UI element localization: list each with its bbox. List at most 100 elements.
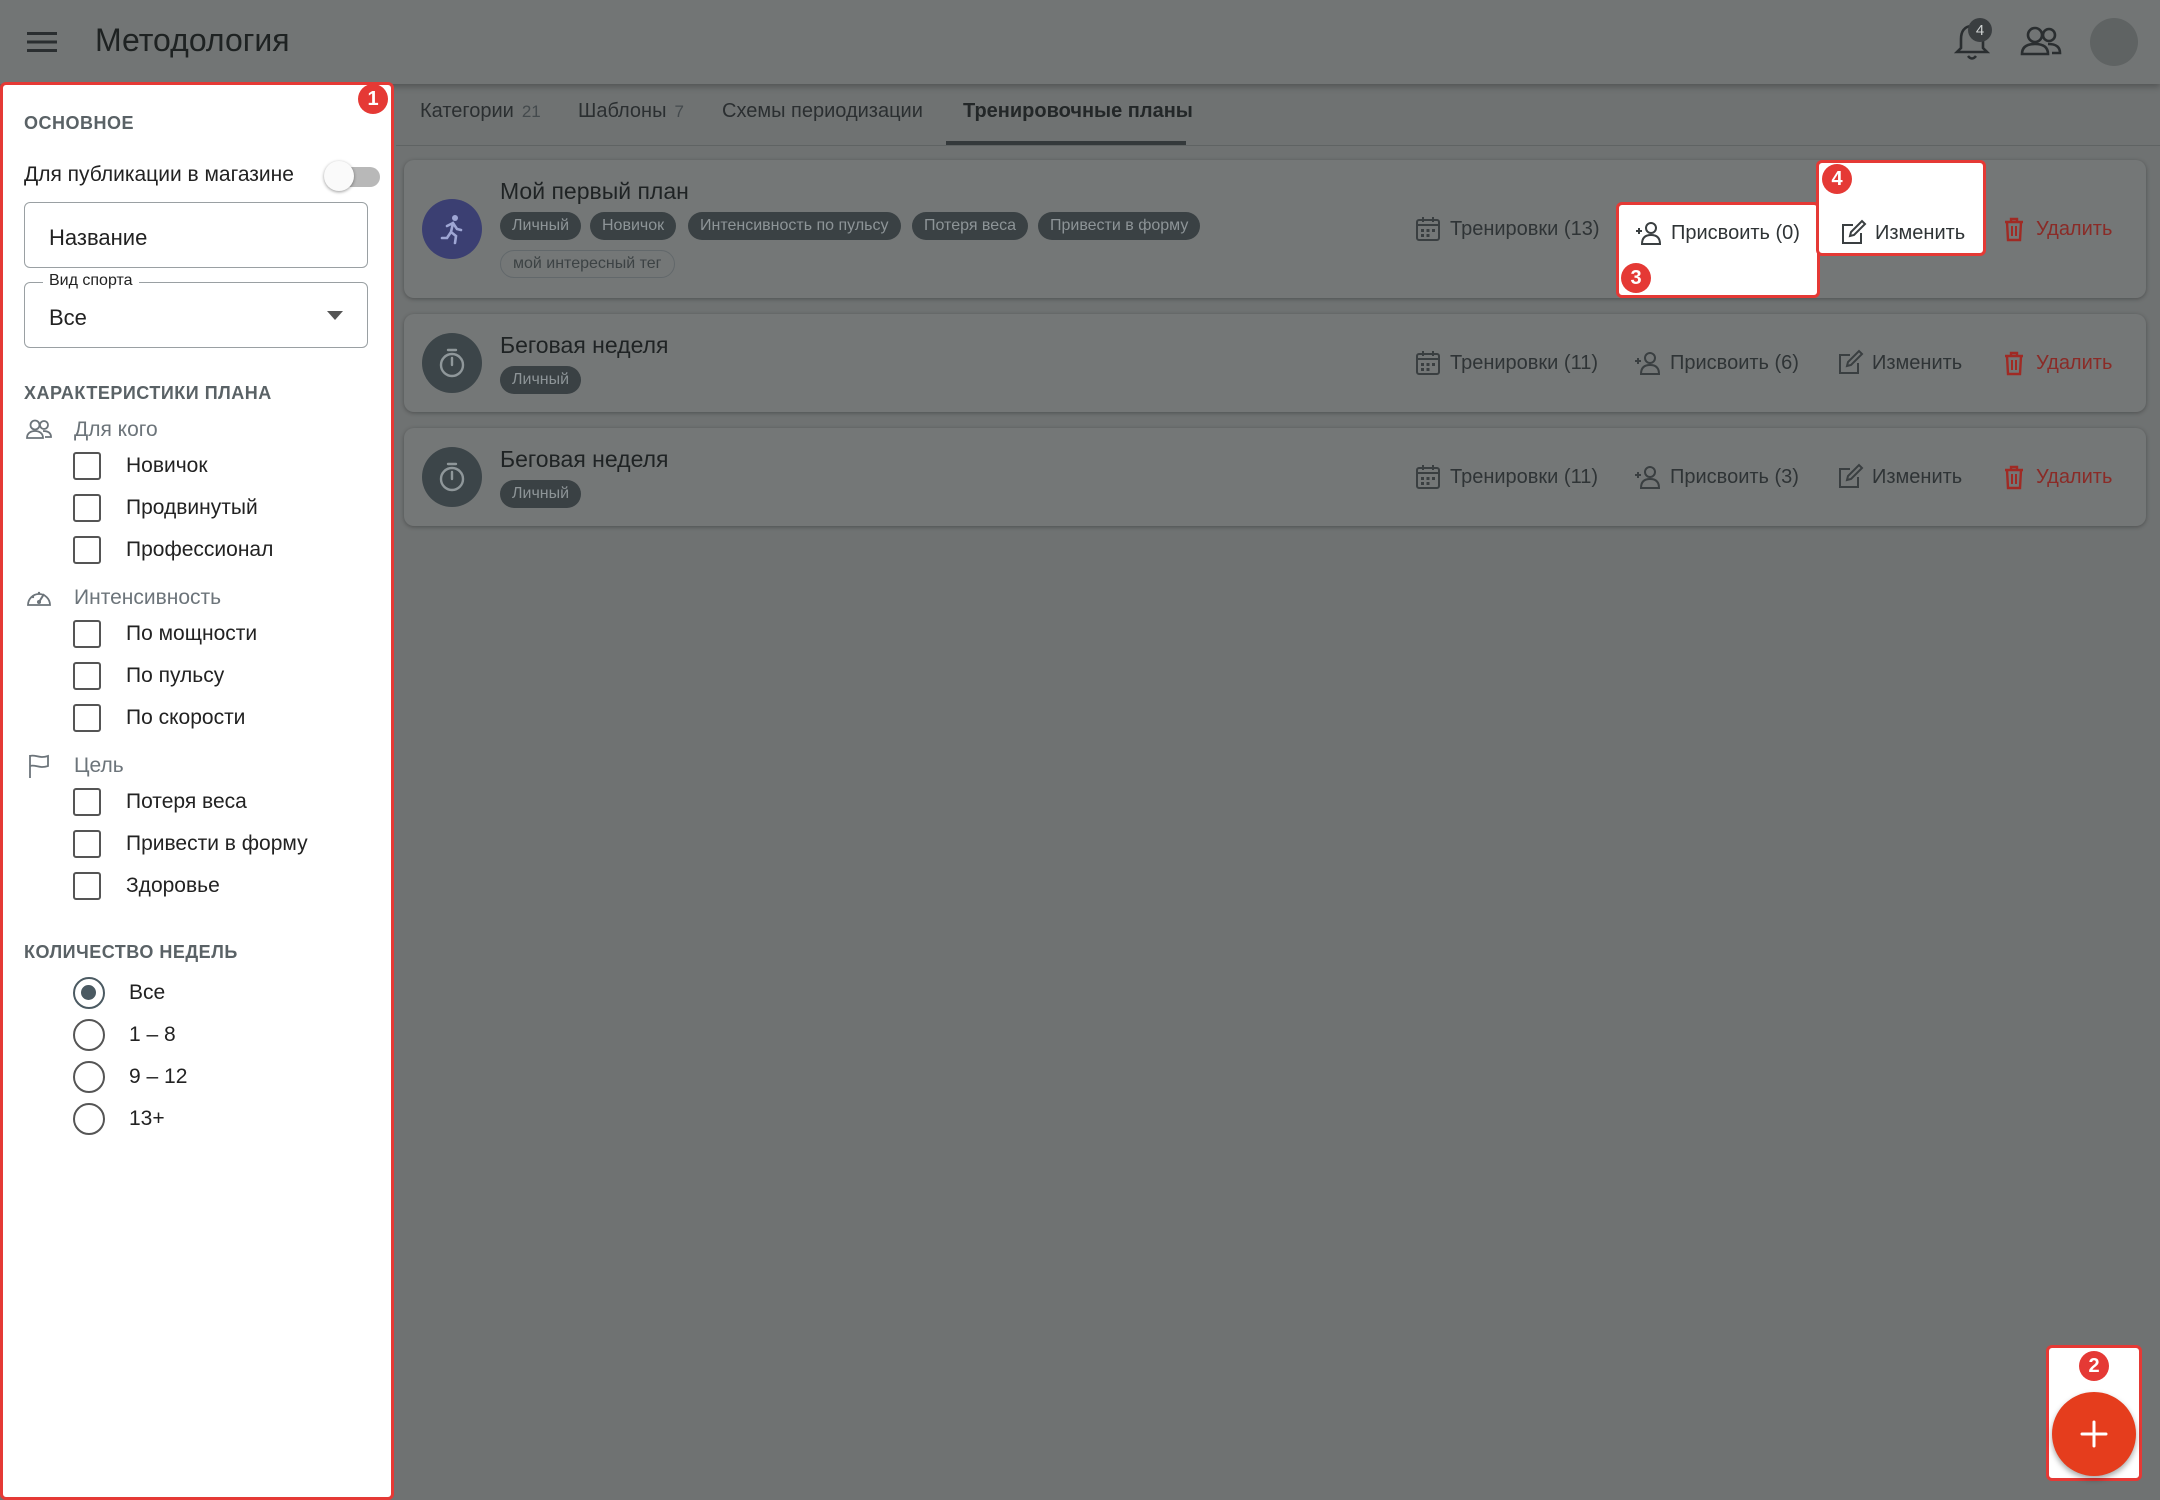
tag: Новичок bbox=[590, 212, 677, 240]
plan-card[interactable]: Беговая неделя Личный Тренировки (11) Пр… bbox=[404, 428, 2146, 526]
workouts-button[interactable]: Тренировки (11) bbox=[1414, 460, 1598, 494]
tag: Личный bbox=[500, 212, 582, 240]
menu-icon[interactable] bbox=[22, 22, 62, 62]
publish-toggle-thumb[interactable] bbox=[324, 161, 354, 191]
assign-button[interactable]: Присвоить (6) bbox=[1634, 346, 1799, 380]
assign-button[interactable]: Присвоить (3) bbox=[1634, 460, 1799, 494]
radio-label: 9 – 12 bbox=[129, 1065, 188, 1088]
workouts-label: Тренировки (11) bbox=[1450, 351, 1598, 374]
people-icon[interactable] bbox=[2018, 20, 2064, 64]
radio-button[interactable] bbox=[73, 1061, 105, 1093]
checkbox-power[interactable]: По мощности bbox=[73, 619, 257, 649]
calendar-icon bbox=[1416, 465, 1440, 489]
radio-button[interactable] bbox=[73, 1103, 105, 1135]
checkbox-box[interactable] bbox=[73, 452, 101, 480]
checkbox-pulse[interactable]: По пульсу bbox=[73, 661, 224, 691]
group-goal-title: Цель bbox=[74, 754, 124, 777]
tab-categories[interactable]: Категории 21 bbox=[420, 100, 541, 123]
checkbox-label: По мощности bbox=[126, 622, 258, 645]
checkbox-label: Потеря веса bbox=[126, 790, 247, 813]
name-field[interactable]: Название bbox=[24, 202, 368, 268]
plan-title[interactable]: Беговая неделя bbox=[500, 446, 668, 473]
avatar[interactable] bbox=[2090, 18, 2138, 66]
edit-label: Изменить bbox=[1872, 351, 1963, 374]
custom-tag: мой интересный тег bbox=[500, 250, 675, 278]
delete-label: Удалить bbox=[2036, 465, 2113, 488]
checkbox-box[interactable] bbox=[73, 788, 101, 816]
tab-templates[interactable]: Шаблоны 7 bbox=[578, 100, 684, 123]
tab-training-plans[interactable]: Тренировочные планы bbox=[963, 100, 1193, 123]
checkbox-box[interactable] bbox=[73, 620, 101, 648]
checkbox-label: По пульсу bbox=[126, 664, 225, 687]
flag-icon bbox=[29, 754, 49, 778]
checkbox-get-fit[interactable]: Привести в форму bbox=[73, 829, 308, 859]
delete-label: Удалить bbox=[2036, 217, 2113, 240]
dropdown-arrow-icon[interactable] bbox=[327, 311, 343, 320]
checkbox-label: Новичок bbox=[126, 454, 208, 477]
group-audience-title: Для кого bbox=[74, 418, 158, 441]
radio-button[interactable] bbox=[73, 977, 105, 1009]
publish-toggle-row[interactable]: Для публикации в магазине bbox=[24, 155, 384, 191]
plan-title[interactable]: Беговая неделя bbox=[500, 332, 668, 359]
delete-button[interactable]: Удалить bbox=[2000, 212, 2112, 246]
calendar-icon bbox=[1416, 217, 1440, 241]
edit-button[interactable]: Изменить bbox=[1839, 216, 1965, 250]
app-bar: Методология 4 bbox=[0, 0, 2160, 84]
marker-3: 3 bbox=[1621, 263, 1651, 293]
radio-weeks-13-plus[interactable]: 13+ bbox=[73, 1103, 165, 1135]
checkbox-beginner[interactable]: Новичок bbox=[73, 451, 208, 481]
assign-button[interactable]: Присвоить (0) bbox=[1635, 216, 1800, 250]
checkbox-speed[interactable]: По скорости bbox=[73, 703, 245, 733]
checkbox-box[interactable] bbox=[73, 494, 101, 522]
radio-weeks-all[interactable]: Все bbox=[73, 977, 165, 1009]
delete-button[interactable]: Удалить bbox=[2000, 460, 2112, 494]
notification-badge: 4 bbox=[1968, 18, 1992, 42]
checkbox-box[interactable] bbox=[73, 662, 101, 690]
tab-label: Тренировочные планы bbox=[963, 100, 1193, 122]
group-intensity-title: Интенсивность bbox=[74, 586, 222, 609]
section-weeks-title: КОЛИЧЕСТВО НЕДЕЛЬ bbox=[24, 942, 238, 962]
edit-label: Изменить bbox=[1872, 465, 1963, 488]
radio-weeks-1-8[interactable]: 1 – 8 bbox=[73, 1019, 176, 1051]
assign-label: Присвоить (6) bbox=[1670, 351, 1799, 374]
tab-periodization[interactable]: Схемы периодизации bbox=[722, 100, 923, 123]
sport-select[interactable]: Вид спорта Все bbox=[24, 272, 368, 348]
sport-select-value: Все bbox=[49, 305, 87, 330]
tab-count: 21 bbox=[521, 102, 541, 121]
edit-icon bbox=[1842, 219, 1867, 244]
plan-title[interactable]: Мой первый план bbox=[500, 178, 689, 205]
checkbox-health[interactable]: Здоровье bbox=[73, 871, 220, 901]
workouts-button[interactable]: Тренировки (13) bbox=[1414, 212, 1599, 246]
marker-2: 2 bbox=[2079, 1351, 2109, 1381]
section-characteristics-title: ХАРАКТЕРИСТИКИ ПЛАНА bbox=[24, 383, 272, 403]
edit-button[interactable]: Изменить bbox=[1836, 346, 1962, 380]
delete-button[interactable]: Удалить bbox=[2000, 346, 2112, 380]
add-plan-button[interactable] bbox=[2052, 1392, 2136, 1476]
checkbox-weight-loss[interactable]: Потеря веса bbox=[73, 787, 247, 817]
plus-icon bbox=[2080, 1420, 2108, 1448]
tab-label: Категории bbox=[420, 100, 514, 122]
plan-card[interactable]: Беговая неделя Личный Тренировки (11) Пр… bbox=[404, 314, 2146, 412]
checkbox-box[interactable] bbox=[73, 704, 101, 732]
group-goal-header: Цель bbox=[24, 751, 124, 781]
tag: Привести в форму bbox=[1038, 212, 1201, 240]
active-tab-indicator bbox=[946, 141, 1186, 145]
checkbox-box[interactable] bbox=[73, 536, 101, 564]
edit-icon bbox=[1839, 349, 1864, 374]
checkbox-box[interactable] bbox=[73, 872, 101, 900]
workouts-label: Тренировки (13) bbox=[1450, 217, 1600, 240]
checkbox-box[interactable] bbox=[73, 830, 101, 858]
edit-label: Изменить bbox=[1875, 221, 1966, 244]
person-add-icon bbox=[1635, 466, 1661, 489]
tag: Интенсивность по пульсу bbox=[688, 212, 901, 240]
group-audience-header: Для кого bbox=[24, 415, 158, 445]
workouts-button[interactable]: Тренировки (11) bbox=[1414, 346, 1598, 380]
edit-button[interactable]: Изменить bbox=[1836, 460, 1962, 494]
radio-button[interactable] bbox=[73, 1019, 105, 1051]
page-title: Методология bbox=[95, 22, 290, 58]
section-main-title: ОСНОВНОЕ bbox=[24, 113, 135, 133]
running-person-icon bbox=[422, 199, 482, 259]
radio-weeks-9-12[interactable]: 9 – 12 bbox=[73, 1061, 187, 1093]
checkbox-advanced[interactable]: Продвинутый bbox=[73, 493, 258, 523]
checkbox-professional[interactable]: Профессионал bbox=[73, 535, 273, 565]
